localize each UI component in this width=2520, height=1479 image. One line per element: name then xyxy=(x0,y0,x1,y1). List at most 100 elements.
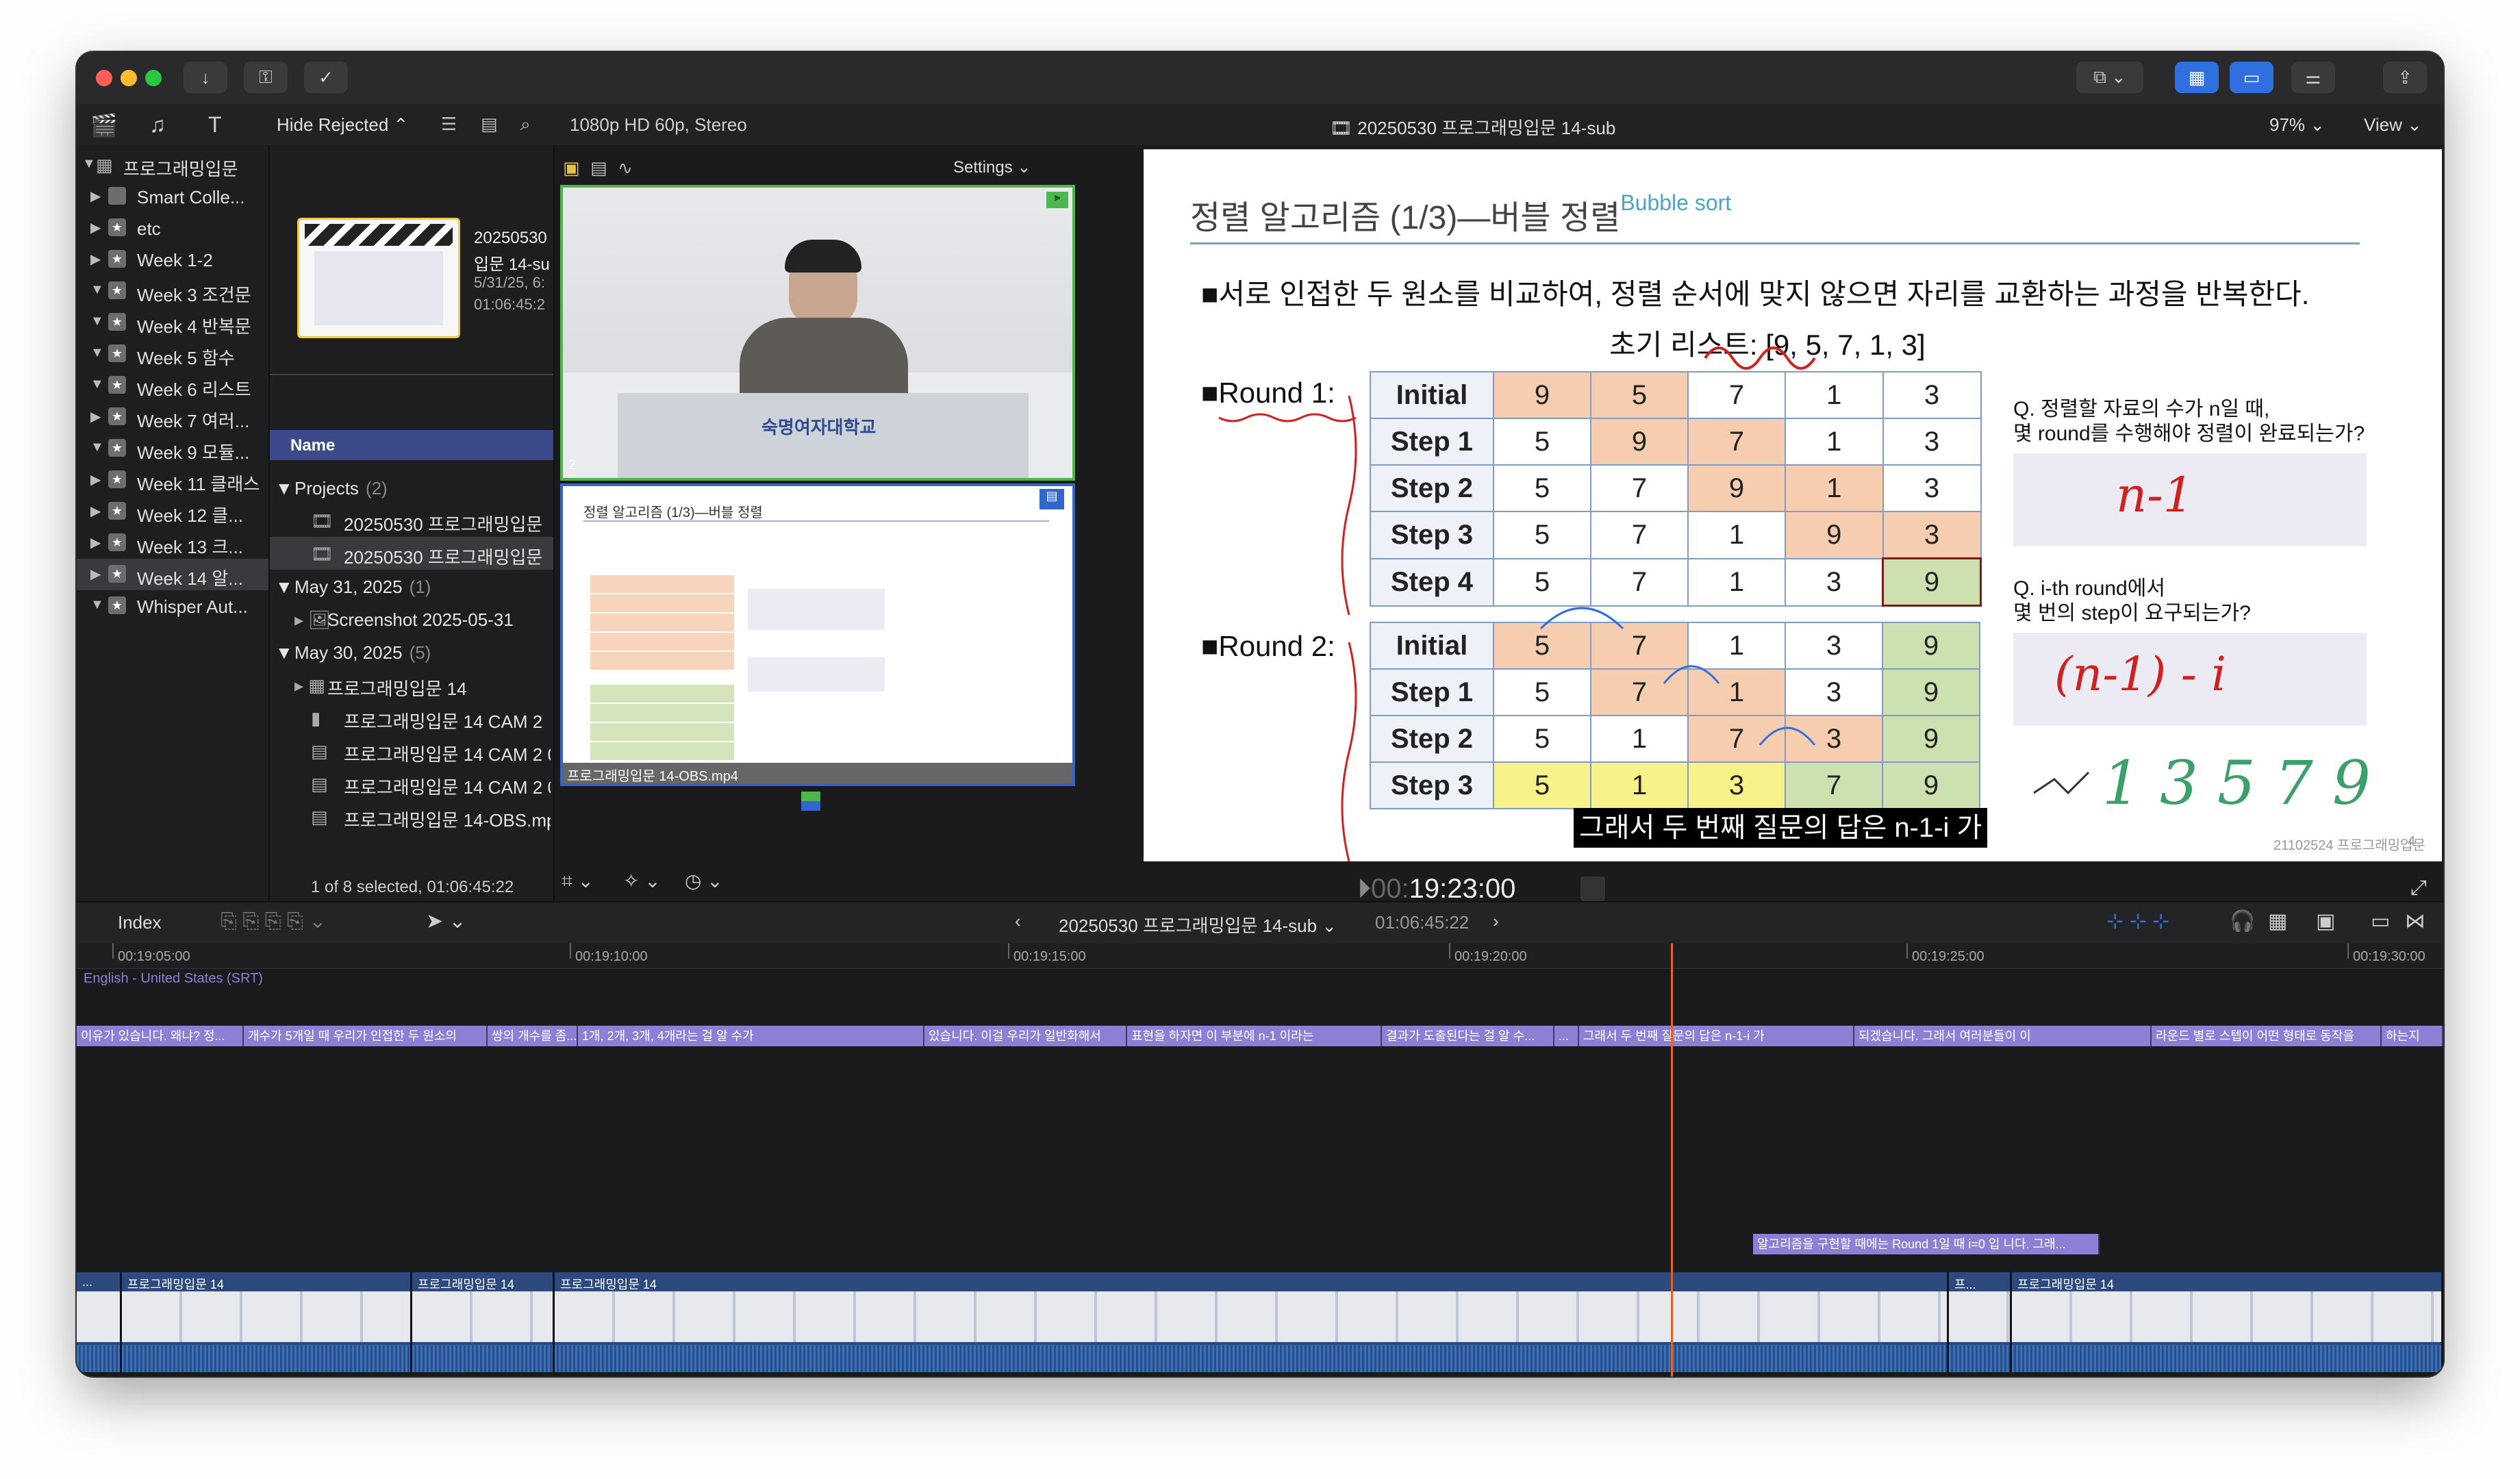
disclosure-triangle-icon[interactable]: ▶ xyxy=(90,534,101,551)
sidebar-item[interactable]: ▶ ★ Week 11 클래스 xyxy=(77,464,268,496)
titles-generators-icon[interactable]: T xyxy=(208,112,222,138)
close-window-button[interactable] xyxy=(96,70,112,86)
workspace-menu-button[interactable]: ⧉ ⌄ xyxy=(2076,62,2143,93)
transitions-icon[interactable]: ▭ xyxy=(2371,909,2390,933)
select-tool-icon[interactable]: ➤ ⌄ xyxy=(426,909,466,933)
background-tasks-button[interactable]: ✓ xyxy=(304,62,348,93)
forward-history-icon[interactable]: › xyxy=(1493,911,1499,932)
skimming-icons[interactable]: ⊹ ⊹ ⊹ xyxy=(2106,909,2169,933)
angle-bank-icon[interactable] xyxy=(801,792,820,811)
edit-tools-icons[interactable]: ⎘ ⎘ ⎘ ⎘ ⌄ xyxy=(220,909,326,933)
bowtie-icon[interactable]: ⋈ xyxy=(2405,909,2426,933)
index-button[interactable]: Index xyxy=(118,912,162,933)
keyword-button[interactable]: ⚿ xyxy=(244,62,288,93)
sidebar-item[interactable]: ▶ ★ Week 13 크... xyxy=(77,527,268,559)
browser-item-row[interactable]: ▸ 🖼 Screenshot 2025-05-31 xyxy=(270,603,553,635)
zoom-window-button[interactable] xyxy=(145,70,162,86)
minimize-window-button[interactable] xyxy=(121,70,137,86)
caption-clip[interactable]: 결과가 도출된다는 걸 알 수... xyxy=(1382,1026,1554,1046)
timeline-toggle-button[interactable]: ▭ xyxy=(2230,62,2273,93)
disclosure-triangle-icon[interactable]: ▶ xyxy=(90,219,101,236)
disclosure-open-icon[interactable]: ▼ xyxy=(275,577,293,598)
sidebar-item[interactable]: ▼ ★ Week 3 조건문 xyxy=(77,275,268,307)
sidebar-item[interactable]: ▼ ★ Week 4 반복문 xyxy=(77,307,268,338)
library-row[interactable]: ▼ ▦ 프로그래밍입문 xyxy=(77,149,268,181)
speed-menu[interactable]: ◷ ⌄ xyxy=(685,870,723,892)
caption-clip[interactable]: 1개, 2개, 3개, 4개라는 걸 알 수가 xyxy=(578,1026,924,1046)
sidebar-item[interactable]: ▼ ★ Whisper Aut... xyxy=(77,590,268,622)
timeline-clip[interactable]: 프로그래밍입문 14 xyxy=(122,1272,412,1372)
hide-rejected-filter[interactable]: Hide Rejected ⌃ xyxy=(277,114,408,136)
sidebar-item[interactable]: ▶ ★ Week 7 여러... xyxy=(77,401,268,433)
filmstrip-icon[interactable]: ▤ xyxy=(481,114,498,135)
clip-appearance-icon[interactable]: ▦ xyxy=(2268,909,2287,933)
filmstrip-thumbnail[interactable] xyxy=(297,218,460,338)
caption-clip[interactable]: 개수가 5개일 때 우리가 인접한 두 원소의 xyxy=(244,1026,488,1046)
angle-2-screen[interactable]: 정렬 알고리즘 (1/3)—버블 정렬 ▤ 프로그래밍입문 14-OBS.mp4 xyxy=(560,483,1075,786)
disclosure-open-icon[interactable]: ▼ xyxy=(82,156,96,172)
disclosure-triangle-icon[interactable]: ▶ xyxy=(90,251,101,268)
timeline-clip[interactable]: 프... xyxy=(1949,1272,2012,1372)
slide-canvas[interactable]: 정렬 알고리즘 (1/3)—버블 정렬Bubble sort ■서로 인접한 두… xyxy=(1144,149,2442,861)
fullscreen-icon[interactable]: ⤢ xyxy=(2410,876,2427,900)
settings-menu[interactable]: Settings ⌄ xyxy=(953,157,1031,177)
caption-clip[interactable]: 하는지 xyxy=(2382,1026,2443,1046)
zoom-menu[interactable]: 97% ⌄ xyxy=(2269,114,2325,136)
browser-group-row[interactable]: ▼ May 31, 2025 (1) xyxy=(270,570,553,603)
timeline-clip[interactable]: 프로그래밍입문 14 xyxy=(412,1272,555,1372)
playhead[interactable] xyxy=(1671,944,1673,1376)
caption-clip[interactable]: 그래서 두 번째 질문의 답은 n-1-i 가 xyxy=(1579,1026,1854,1046)
disclosure-triangle-icon[interactable]: ▼ xyxy=(90,282,104,298)
browser-group-row[interactable]: ▼ Projects (2) xyxy=(270,471,553,504)
audio-meter-icon[interactable] xyxy=(1580,876,1605,901)
caption-clip[interactable]: 표현을 하자면 이 부분에 n-1 이라는 xyxy=(1127,1026,1382,1046)
playback-timecode[interactable]: ⏵00:19:23:00 xyxy=(1357,874,1515,905)
disclosure-triangle-icon[interactable]: ▶ xyxy=(90,188,101,205)
clip-appearance-icon[interactable]: ☰ xyxy=(441,114,457,135)
transform-menu[interactable]: ⌗ ⌄ xyxy=(562,870,594,893)
sidebar-item[interactable]: ▼ ★ Week 6 리스트 xyxy=(77,370,268,401)
effects-browser-icon[interactable]: ▣ xyxy=(2316,909,2335,933)
angle-1-camera[interactable]: 숙명여자대학교 ⫸ 2 xyxy=(560,185,1075,481)
browser-item-row[interactable]: ▤ 프로그래밍입문 14 CAM 2 0 xyxy=(270,767,553,800)
caption-clip[interactable]: 되겠습니다. 그래서 여러분들이 이 xyxy=(1854,1026,2152,1046)
browser-item-row[interactable]: ▤ 프로그래밍입문 14-OBS.mp xyxy=(270,800,553,833)
sidebar-item[interactable]: ▶ Smart Colle... xyxy=(77,181,268,212)
browser-group-row[interactable]: ▼ May 30, 2025 (5) xyxy=(270,635,553,668)
disclosure-triangle-icon[interactable]: ▼ xyxy=(90,440,104,455)
browser-item-row[interactable]: ▮ 프로그래밍입문 14 CAM 2 xyxy=(270,701,553,734)
sidebar-item[interactable]: ▼ ★ Week 5 함수 xyxy=(77,338,268,370)
browser-item-row[interactable]: ▸ ▦ 프로그래밍입문 14 xyxy=(270,668,553,701)
browser-item-row[interactable]: ▤ 프로그래밍입문 14 CAM 2 0 xyxy=(270,734,553,767)
caption-clip[interactable]: 있습니다. 이걸 우리가 일반화해서 xyxy=(924,1026,1127,1046)
caption-clip[interactable]: ... xyxy=(1554,1026,1579,1046)
sidebar-item[interactable]: ▶ ★ Week 1-2 xyxy=(77,244,268,275)
disclosure-triangle-icon[interactable]: ▼ xyxy=(90,314,104,329)
disclosure-triangle-icon[interactable]: ▼ xyxy=(90,597,104,613)
timeline-clip[interactable]: 프로그래밍입문 14 xyxy=(2012,1272,2443,1372)
disclosure-triangle-icon[interactable]: ▶ xyxy=(90,503,101,520)
caption-clip[interactable]: 라운드 별로 스텝이 어떤 형태로 동작을 xyxy=(2152,1026,2382,1046)
libraries-icon[interactable]: 🎬 xyxy=(90,112,118,138)
sidebar-item[interactable]: ▼ ★ Week 9 모듈... xyxy=(77,433,268,464)
disclosure-open-icon[interactable]: ▼ xyxy=(275,642,293,663)
browser-toggle-button[interactable]: ▦ xyxy=(2175,62,2219,93)
import-button[interactable]: ↓ xyxy=(184,62,227,93)
sidebar-item[interactable]: ▶ ★ etc xyxy=(77,212,268,244)
disclosure-triangle-icon[interactable]: ▶ xyxy=(90,408,101,425)
video-only-icon[interactable]: ▤ xyxy=(590,157,607,179)
audio-only-icon[interactable]: ∿ xyxy=(618,157,633,179)
sidebar-item[interactable]: ▶ ★ Week 14 알... xyxy=(77,559,268,590)
browser-item-row[interactable]: 🎞 20250530 프로그래밍입문 xyxy=(270,504,553,537)
inspector-toggle-button[interactable]: ⚌ xyxy=(2291,62,2335,93)
timeline-clip[interactable]: 프로그래밍입문 14 xyxy=(555,1272,1949,1372)
disclosure-triangle-icon[interactable]: ▶ xyxy=(90,471,101,488)
disclosure-triangle-icon[interactable]: ▶ xyxy=(90,566,101,583)
back-history-icon[interactable]: ‹ xyxy=(1015,911,1021,932)
share-button[interactable]: ⇪ xyxy=(2383,62,2427,93)
disclosure-triangle-icon[interactable]: ▼ xyxy=(90,377,104,392)
disclosure-triangle-icon[interactable]: ▼ xyxy=(90,345,104,361)
name-column-header[interactable]: Name xyxy=(270,430,553,460)
timeline-ruler[interactable]: 00:19:05:00 00:19:10:00 00:19:15:00 00:19:2… xyxy=(77,944,2443,969)
timeline-clip[interactable]: ... xyxy=(77,1272,122,1372)
